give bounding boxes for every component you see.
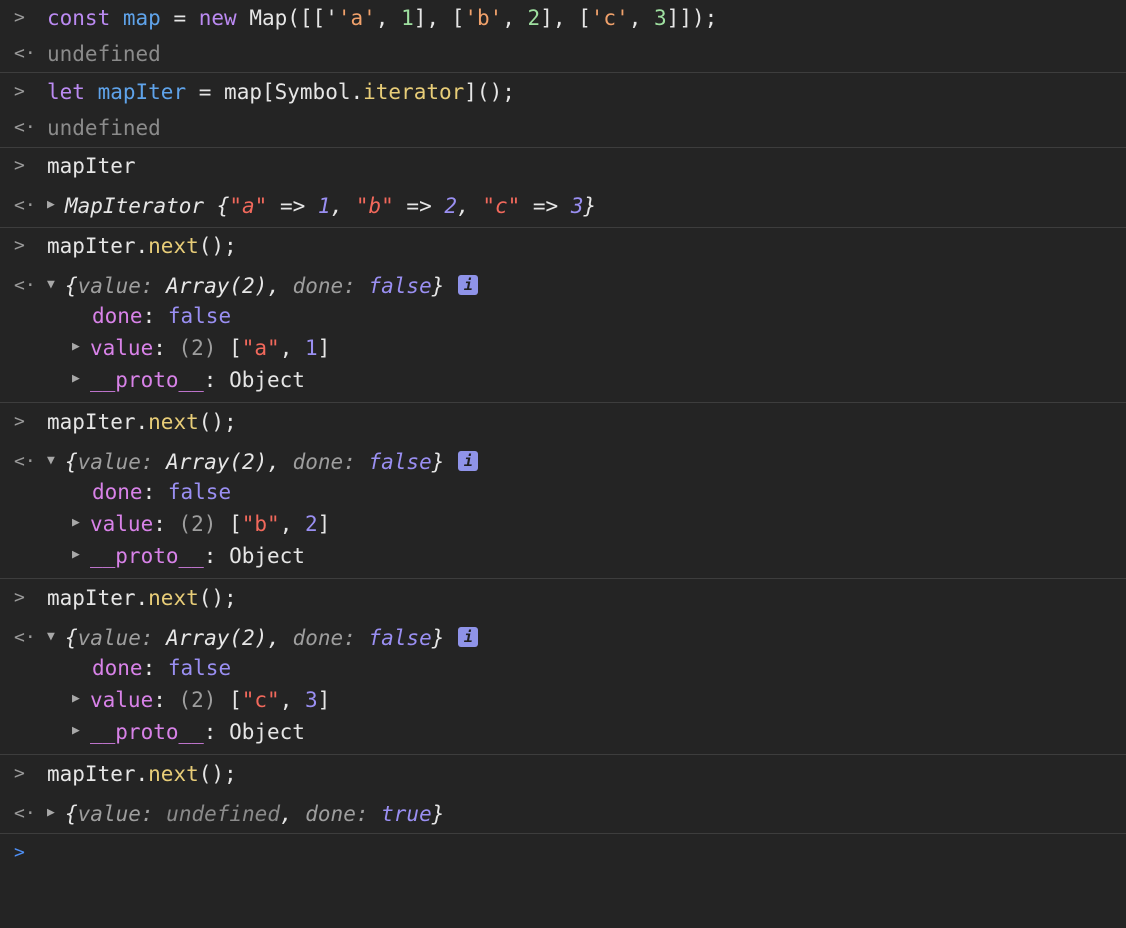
collapse-triangle-icon[interactable]: ▼ — [47, 446, 65, 476]
object-preview[interactable]: ▶ {value: undefined, done: true} — [47, 799, 444, 830]
console-input-line[interactable]: > mapIter.next(); — [0, 759, 237, 789]
info-icon[interactable]: i — [458, 275, 479, 295]
expand-triangle-icon[interactable]: ▶ — [72, 364, 90, 394]
property-row: done: false — [92, 656, 232, 680]
console-result-line[interactable]: <· ▼ {value: Array(2), done: false} i — [0, 271, 479, 301]
expand-triangle-icon[interactable]: ▶ — [72, 684, 90, 714]
result-arrow-icon: <· — [14, 803, 36, 824]
input-code: let mapIter = map[Symbol.iterator](); — [47, 80, 515, 104]
expand-triangle-icon[interactable]: ▶ — [47, 798, 65, 828]
console-input-line[interactable]: > mapIter.next(); — [0, 583, 237, 613]
input-code: mapIter.next(); — [47, 762, 237, 786]
input-prompt-icon: > — [14, 763, 25, 784]
property-row[interactable]: ▶ value: (2) ["c", 3] — [0, 685, 330, 715]
collapse-triangle-icon[interactable]: ▼ — [47, 270, 65, 300]
input-prompt-icon: > — [14, 587, 25, 608]
info-icon[interactable]: i — [458, 451, 479, 471]
map-iterator-preview[interactable]: ▶ MapIterator {"a" => 1, "b" => 2, "c" =>… — [47, 191, 596, 222]
console-prompt-input[interactable]: > — [0, 838, 1126, 868]
entry-divider — [0, 578, 1126, 579]
result-value: undefined — [47, 116, 161, 140]
expand-triangle-icon[interactable]: ▶ — [72, 716, 90, 746]
entry-divider — [0, 227, 1126, 228]
property-row[interactable]: ▶ __proto__: Object — [0, 541, 305, 571]
entry-divider — [0, 754, 1126, 755]
property-row[interactable]: ▶ value: (2) ["b", 2] — [0, 509, 330, 539]
object-preview[interactable]: ▼ {value: Array(2), done: false} i — [47, 446, 479, 478]
active-prompt-icon: > — [14, 842, 25, 863]
input-prompt-icon: > — [14, 7, 25, 28]
input-code: mapIter — [47, 154, 136, 178]
input-prompt-icon: > — [14, 235, 25, 256]
property-row: done: false — [92, 480, 232, 504]
input-code: mapIter.next(); — [47, 234, 237, 258]
console-input-line[interactable]: > mapIter.next(); — [0, 231, 237, 261]
devtools-console: > const map = new Map([[''a', 1], ['b', … — [0, 0, 1126, 890]
result-arrow-icon: <· — [14, 195, 36, 216]
result-arrow-icon: <· — [14, 117, 36, 138]
object-preview[interactable]: ▼ {value: Array(2), done: false} i — [47, 270, 479, 302]
console-input-line[interactable]: > const map = new Map([[''a', 1], ['b', … — [0, 3, 717, 33]
input-prompt-icon: > — [14, 81, 25, 102]
expand-triangle-icon[interactable]: ▶ — [72, 332, 90, 362]
expand-triangle-icon[interactable]: ▶ — [72, 540, 90, 570]
property-row[interactable]: ▶ __proto__: Object — [0, 365, 305, 395]
expand-triangle-icon[interactable]: ▶ — [47, 190, 65, 220]
input-prompt-icon: > — [14, 155, 25, 176]
result-arrow-icon: <· — [14, 451, 36, 472]
result-value: undefined — [47, 42, 161, 66]
result-arrow-icon: <· — [14, 275, 36, 296]
entry-divider — [0, 72, 1126, 73]
console-result-line[interactable]: <· ▼ {value: Array(2), done: false} i — [0, 447, 479, 477]
result-arrow-icon: <· — [14, 43, 36, 64]
console-result-line[interactable]: <· ▼ {value: Array(2), done: false} i — [0, 623, 479, 653]
object-preview[interactable]: ▼ {value: Array(2), done: false} i — [47, 622, 479, 654]
input-code: const map = new Map([[''a', 1], ['b', 2]… — [47, 6, 718, 30]
entry-divider — [0, 833, 1126, 834]
info-icon[interactable]: i — [458, 627, 479, 647]
console-input-line[interactable]: > mapIter — [0, 151, 136, 181]
console-result-line: <· undefined — [0, 39, 161, 69]
input-prompt-icon: > — [14, 411, 25, 432]
expand-triangle-icon[interactable]: ▶ — [72, 508, 90, 538]
property-row: done: false — [92, 304, 232, 328]
entry-divider — [0, 402, 1126, 403]
console-input-line[interactable]: > mapIter.next(); — [0, 407, 237, 437]
console-result-line: <· undefined — [0, 113, 161, 143]
property-row[interactable]: ▶ __proto__: Object — [0, 717, 305, 747]
collapse-triangle-icon[interactable]: ▼ — [47, 622, 65, 652]
input-code: mapIter.next(); — [47, 410, 237, 434]
property-row[interactable]: ▶ value: (2) ["a", 1] — [0, 333, 330, 363]
result-arrow-icon: <· — [14, 627, 36, 648]
console-input-line[interactable]: > let mapIter = map[Symbol.iterator](); — [0, 77, 515, 107]
entry-divider — [0, 147, 1126, 148]
console-result-line[interactable]: <· ▶ MapIterator {"a" => 1, "b" => 2, "c"… — [0, 191, 596, 221]
input-code: mapIter.next(); — [47, 586, 237, 610]
console-result-line[interactable]: <· ▶ {value: undefined, done: true} — [0, 799, 444, 829]
